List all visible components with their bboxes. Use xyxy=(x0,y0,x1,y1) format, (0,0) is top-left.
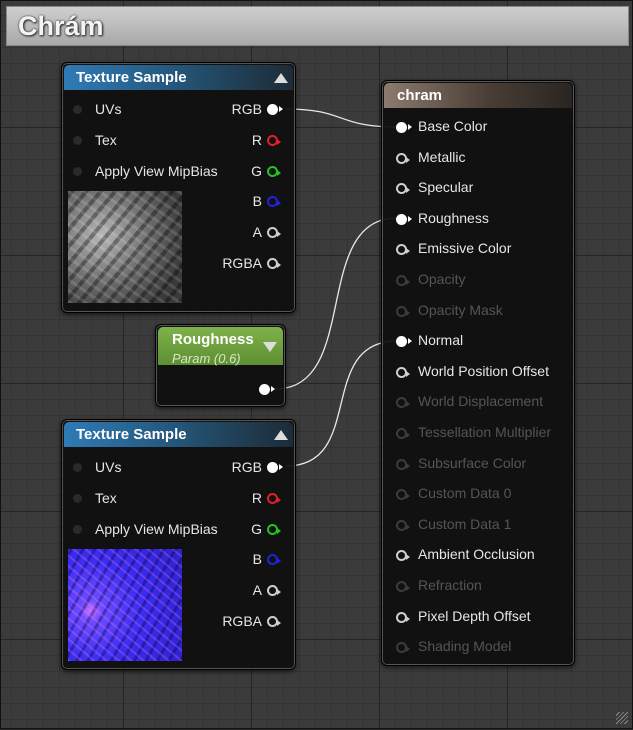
g-output-label: G xyxy=(251,163,262,179)
a-output-label: A xyxy=(252,582,262,598)
refraction-input-pin[interactable] xyxy=(396,581,410,592)
opacity-mask-input-pin[interactable] xyxy=(396,306,410,317)
collapse-arrow-icon[interactable] xyxy=(274,73,288,83)
custom-data-1-input-label: Custom Data 1 xyxy=(418,516,512,532)
rgb-output-pin[interactable] xyxy=(267,104,283,115)
r-output-label: R xyxy=(251,490,262,506)
specular-input-pin[interactable] xyxy=(396,183,410,194)
mipbias-input-pin[interactable] xyxy=(73,525,82,534)
metallic-input-label: Metallic xyxy=(418,149,466,165)
roughness-param-node[interactable]: Roughness Param (0.6) xyxy=(155,324,286,407)
ambient-occlusion-input-pin[interactable] xyxy=(396,550,410,561)
uvs-input-pin[interactable] xyxy=(73,105,82,114)
base-color-input-label: Base Color xyxy=(418,118,488,134)
normal-map-preview-thumbnail xyxy=(68,549,182,661)
collapse-arrow-icon[interactable] xyxy=(274,430,288,440)
ambient-occlusion-input-label: Ambient Occlusion xyxy=(418,546,535,562)
node-header[interactable]: Roughness Param (0.6) xyxy=(158,327,283,366)
roughness-input-label: Roughness xyxy=(418,210,489,226)
material-graph-canvas[interactable]: Chrám Texture Sample UVs Tex Apply View … xyxy=(0,0,633,729)
base-color-input-pin[interactable] xyxy=(396,122,412,133)
tex-input-pin[interactable] xyxy=(73,494,82,503)
world-displacement-input-pin[interactable] xyxy=(396,397,410,408)
mipbias-input-label: Apply View MipBias xyxy=(95,163,218,179)
node-title: Texture Sample xyxy=(76,426,187,443)
g-output-label: G xyxy=(251,521,262,537)
tessellation-multiplier-input-label: Tessellation Multiplier xyxy=(418,424,552,440)
a-output-label: A xyxy=(252,224,262,240)
opacity-input-pin[interactable] xyxy=(396,275,410,286)
material-result-node[interactable]: chram Base Color Metallic Specular Roughnes… xyxy=(381,80,575,666)
specular-input-label: Specular xyxy=(418,179,474,195)
world-position-offset-input-pin[interactable] xyxy=(396,367,410,378)
node-header[interactable]: Texture Sample xyxy=(64,422,293,447)
r-output-pin[interactable] xyxy=(267,135,281,146)
custom-data-0-input-pin[interactable] xyxy=(396,489,410,500)
resize-grip-icon[interactable] xyxy=(616,712,628,724)
b-output-label: B xyxy=(252,193,262,209)
node-title: Roughness xyxy=(172,331,254,348)
pixel-depth-offset-input-label: Pixel Depth Offset xyxy=(418,608,531,624)
a-output-pin[interactable] xyxy=(267,585,281,596)
emissive-color-input-pin[interactable] xyxy=(396,244,410,255)
g-output-pin[interactable] xyxy=(267,524,281,535)
node-header[interactable]: Texture Sample xyxy=(64,65,293,90)
refraction-input-label: Refraction xyxy=(418,577,482,593)
node-title: chram xyxy=(397,87,443,104)
rgba-output-label: RGBA xyxy=(222,613,262,629)
normal-input-pin[interactable] xyxy=(396,336,412,347)
a-output-pin[interactable] xyxy=(267,227,281,238)
graph-title: Chrám xyxy=(18,11,104,41)
opacity-input-label: Opacity xyxy=(418,271,466,287)
uvs-input-pin[interactable] xyxy=(73,463,82,472)
metallic-input-pin[interactable] xyxy=(396,153,410,164)
world-displacement-input-label: World Displacement xyxy=(418,393,544,409)
rgba-output-pin[interactable] xyxy=(267,258,281,269)
collapse-arrow-icon[interactable] xyxy=(263,342,277,352)
custom-data-1-input-pin[interactable] xyxy=(396,520,410,531)
node-header[interactable]: chram xyxy=(384,83,572,108)
uvs-input-label: UVs xyxy=(95,101,122,117)
tex-input-label: Tex xyxy=(95,132,117,148)
texture-sample-node-1[interactable]: Texture Sample UVs Tex Apply View MipBia… xyxy=(61,62,296,313)
g-output-pin[interactable] xyxy=(267,166,281,177)
subsurface-color-input-label: Subsurface Color xyxy=(418,455,527,471)
param-output-pin[interactable] xyxy=(259,384,275,395)
rgb-output-label: RGB xyxy=(231,459,262,475)
rgb-output-pin[interactable] xyxy=(267,462,283,473)
roughness-input-pin[interactable] xyxy=(396,214,412,225)
shading-model-input-pin[interactable] xyxy=(396,642,410,653)
shading-model-input-label: Shading Model xyxy=(418,638,512,654)
graph-title-bar: Chrám xyxy=(6,6,629,46)
b-output-label: B xyxy=(252,551,262,567)
texture-preview-thumbnail xyxy=(68,191,182,303)
tex-input-pin[interactable] xyxy=(73,136,82,145)
subsurface-color-input-pin[interactable] xyxy=(396,459,410,470)
rgba-output-pin[interactable] xyxy=(267,616,281,627)
r-output-pin[interactable] xyxy=(267,493,281,504)
b-output-pin[interactable] xyxy=(267,196,281,207)
mipbias-input-pin[interactable] xyxy=(73,167,82,176)
emissive-color-input-label: Emissive Color xyxy=(418,240,512,256)
r-output-label: R xyxy=(251,132,262,148)
pixel-depth-offset-input-pin[interactable] xyxy=(396,612,410,623)
rgb-output-label: RGB xyxy=(231,101,262,117)
rgba-output-label: RGBA xyxy=(222,255,262,271)
normal-input-label: Normal xyxy=(418,332,464,348)
b-output-pin[interactable] xyxy=(267,554,281,565)
uvs-input-label: UVs xyxy=(95,459,122,475)
texture-sample-node-2[interactable]: Texture Sample UVs Tex Apply View MipBia… xyxy=(61,419,296,670)
node-subtitle: Param (0.6) xyxy=(172,351,241,366)
tessellation-multiplier-input-pin[interactable] xyxy=(396,428,410,439)
custom-data-0-input-label: Custom Data 0 xyxy=(418,485,512,501)
mipbias-input-label: Apply View MipBias xyxy=(95,521,218,537)
world-position-offset-input-label: World Position Offset xyxy=(418,363,549,379)
opacity-mask-input-label: Opacity Mask xyxy=(418,302,503,318)
tex-input-label: Tex xyxy=(95,490,117,506)
node-title: Texture Sample xyxy=(76,69,187,86)
